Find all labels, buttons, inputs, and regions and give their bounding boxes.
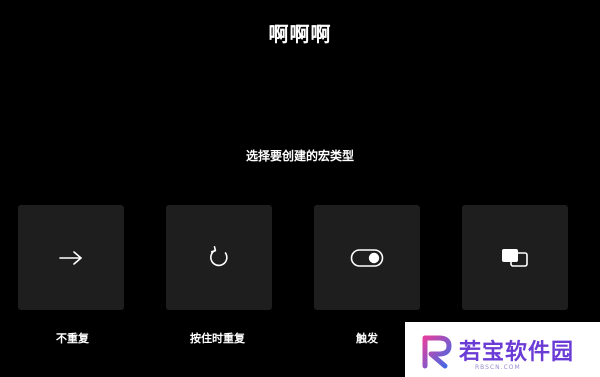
rotate-icon: [206, 245, 232, 271]
macro-type-repeat-while-held-label: 按住时重复: [190, 332, 245, 345]
arrow-right-icon: [58, 250, 84, 266]
macro-type-prompt: 选择要创建的宏类型: [245, 149, 354, 163]
page-title: 啊啊啊: [268, 22, 332, 46]
watermark-logo-icon: [419, 332, 455, 374]
macro-type-no-repeat-label: 不重复: [56, 332, 89, 345]
macro-type-fourth-card[interactable]: [462, 205, 568, 310]
watermark: 若宝软件园 RBSCN.COM: [405, 322, 600, 377]
watermark-text: 若宝软件园: [459, 340, 575, 365]
watermark-subtext: RBSCN.COM: [475, 364, 521, 371]
macro-type-no-repeat-card[interactable]: [18, 205, 124, 310]
macro-type-toggle-card[interactable]: [314, 205, 420, 310]
macro-type-repeat-while-held-card[interactable]: [166, 205, 272, 310]
copy-squares-icon: [498, 247, 532, 269]
macro-type-toggle-label: 触发: [356, 332, 378, 345]
toggle-icon: [350, 248, 384, 268]
